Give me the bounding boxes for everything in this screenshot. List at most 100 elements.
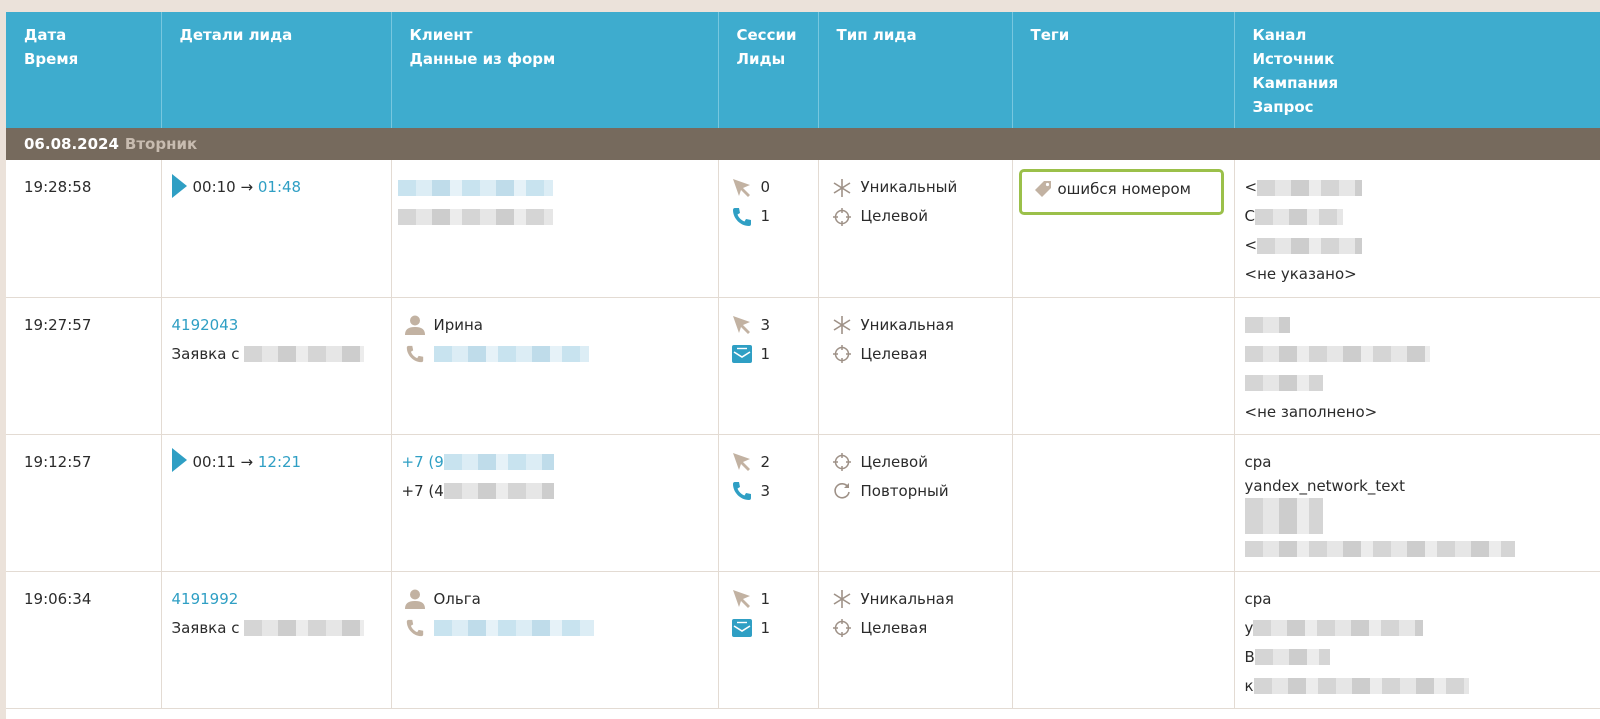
table-row[interactable]: 19:06:34 4191992 Заявка с Ольга 1 1 Уник… — [6, 571, 1600, 709]
redacted-form-source — [244, 620, 365, 636]
cell-lead-type: Уникальная Целевая — [818, 571, 1013, 709]
cell-time: 19:27:57 — [6, 297, 162, 435]
query-value: к — [1244, 676, 1254, 695]
header-sessions-leads[interactable]: Сессии Лиды — [718, 12, 819, 128]
play-icon[interactable] — [171, 448, 187, 472]
redacted-phone[interactable] — [433, 620, 594, 636]
cell-tags — [1012, 434, 1235, 572]
sessions-count: 2 — [760, 452, 771, 471]
table-header: Дата Время Детали лида Клиент Данные из … — [6, 12, 1600, 128]
lead-type-unique: Уникальный — [860, 178, 958, 196]
query-value: <не указано> — [1244, 265, 1357, 283]
channel-value: cpa — [1244, 452, 1272, 471]
lead-id-link[interactable]: 4192043 — [172, 311, 239, 340]
channel-value: < — [1244, 178, 1258, 196]
tag-highlight[interactable]: ошибся номером — [1018, 169, 1224, 215]
phone-icon — [402, 615, 428, 641]
call-wait-time: 00:11 → — [192, 452, 254, 471]
leads-table: Дата Время Детали лида Клиент Данные из … — [6, 12, 1600, 709]
lead-time: 19:12:57 — [24, 452, 92, 471]
header-lead-type-label: Тип лида — [836, 26, 917, 44]
call-duration-link[interactable]: 12:21 — [258, 448, 301, 477]
cell-lead-type: Уникальный Целевой — [818, 160, 1013, 298]
crosshair-icon — [829, 204, 855, 230]
header-date-time[interactable]: Дата Время — [6, 12, 162, 128]
table-row[interactable]: 19:12:57 00:11 → 12:21 +7 (9 +7 (4 2 3 Ц… — [6, 434, 1600, 572]
table-row[interactable]: 19:27:57 4192043 Заявка с Ирина 3 1 Уник… — [6, 297, 1600, 435]
campaign-value: B — [1244, 647, 1255, 666]
mail-icon — [729, 615, 755, 641]
sessions-count: 3 — [760, 315, 771, 334]
cell-tags: ошибся номером — [1012, 160, 1235, 298]
cell-tags — [1012, 571, 1235, 709]
sessions-count: 0 — [760, 178, 771, 196]
lead-type-target: Целевая — [860, 344, 928, 363]
form-label: Заявка с — [171, 344, 240, 363]
lead-id-link[interactable]: 4191992 — [172, 585, 239, 614]
sessions-count: 1 — [760, 589, 771, 608]
user-icon — [402, 586, 428, 612]
redacted-campaign — [1257, 237, 1363, 254]
phone-icon — [729, 478, 755, 504]
header-lead-details-label: Детали лида — [179, 26, 293, 44]
redacted-data — [397, 208, 553, 225]
play-icon[interactable] — [171, 173, 187, 198]
cell-details: 00:11 → 12:21 — [161, 434, 392, 572]
cell-sessions: 0 1 — [718, 160, 819, 298]
cell-channel: cpa yandex_network_text — [1234, 434, 1600, 572]
client-name: Ольга — [433, 589, 481, 608]
call-duration-link[interactable]: 01:48 — [258, 173, 301, 202]
mail-icon — [729, 341, 755, 367]
cell-channel: <не заполнено> — [1234, 297, 1600, 435]
query-value: <не заполнено> — [1244, 402, 1378, 421]
redacted-source — [1254, 208, 1343, 225]
cell-sessions: 2 3 — [718, 434, 819, 572]
lead-type-target: Целевая — [860, 618, 928, 637]
leads-count: 1 — [760, 618, 771, 637]
cell-details: 4191992 Заявка с — [161, 571, 392, 709]
lead-type-repeat: Повторный — [860, 481, 949, 500]
repeat-icon — [829, 478, 855, 504]
redacted-source — [1253, 620, 1424, 636]
cursor-icon — [729, 449, 755, 475]
cell-time: 19:12:57 — [6, 434, 162, 572]
redacted-channel — [1257, 179, 1363, 196]
header-tags-label: Теги — [1030, 26, 1070, 44]
date-group-date: 06.08.2024 — [24, 135, 119, 153]
header-query-label: Запрос — [1252, 98, 1314, 116]
asterisk-icon — [829, 586, 855, 612]
header-source-label: Источник — [1252, 50, 1335, 68]
lead-type-unique: Уникальная — [860, 589, 954, 608]
cell-client: +7 (9 +7 (4 — [391, 434, 719, 572]
date-group-cell: 06.08.2024 Вторник — [6, 128, 1600, 160]
header-lead-type[interactable]: Тип лида — [818, 12, 1013, 128]
client-name: Ирина — [433, 315, 484, 334]
redacted-phone[interactable] — [397, 179, 553, 196]
redacted-phone-2 — [443, 483, 554, 499]
header-client[interactable]: Клиент Данные из форм — [391, 12, 719, 128]
cell-time: 19:28:58 — [6, 160, 162, 298]
cell-channel: < C < <не указано> — [1234, 160, 1600, 298]
header-tags[interactable]: Теги — [1012, 12, 1235, 128]
redacted-phone[interactable] — [433, 346, 589, 362]
source-value: y — [1244, 618, 1254, 637]
lead-type-unique: Уникальная — [860, 315, 954, 334]
client-phone-link[interactable]: +7 (9 — [402, 448, 444, 477]
asterisk-icon — [829, 312, 855, 338]
tag-icon — [1030, 176, 1056, 202]
redacted-phone — [443, 454, 554, 470]
lead-time: 19:28:58 — [24, 178, 92, 196]
table-row[interactable]: 19:28:58 00:10 → 01:48 0 1 Уникальный Це… — [6, 160, 1600, 298]
cell-sessions: 3 1 — [718, 297, 819, 435]
redacted-campaign — [1254, 649, 1330, 665]
redacted-channel — [1244, 317, 1290, 333]
lead-time: 19:06:34 — [24, 589, 92, 608]
leads-count: 3 — [760, 481, 771, 500]
cell-client: Ирина — [391, 297, 719, 435]
phone-icon — [402, 341, 428, 367]
header-channel[interactable]: Канал Источник Кампания Запрос — [1234, 12, 1600, 128]
header-date-label: Дата — [24, 26, 67, 44]
tag-label: ошибся номером — [1057, 179, 1191, 198]
header-lead-details[interactable]: Детали лида — [161, 12, 392, 128]
redacted-campaign — [1244, 375, 1323, 391]
